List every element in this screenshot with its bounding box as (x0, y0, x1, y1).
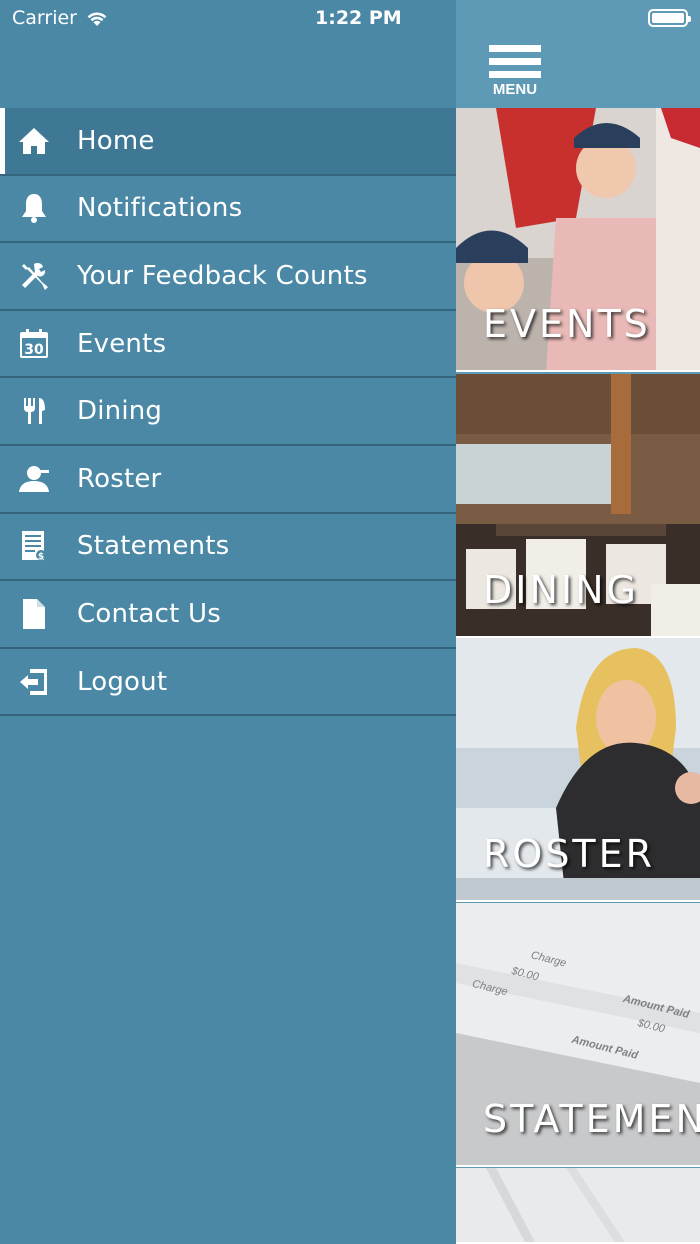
status-time: 1:22 PM (315, 7, 402, 29)
menu-item-label: Events (77, 328, 167, 359)
menu-item-contact[interactable]: Contact Us (0, 581, 456, 649)
tile-roster[interactable]: ROSTER (456, 638, 700, 902)
tile-statements[interactable]: Charge $0.00 Charge Amount Paid $0.00 Am… (456, 903, 700, 1167)
menu-item-label: Roster (77, 463, 162, 494)
fork-knife-icon (16, 393, 52, 429)
menu-item-label: Home (77, 125, 155, 156)
home-content-panel: MENU EVENTS DINING ROSTER Charge $0.00 C… (456, 0, 700, 1244)
menu-item-notifications[interactable]: Notifications (0, 176, 456, 244)
menu-item-logout[interactable]: Logout (0, 649, 456, 717)
next-tile-photo (456, 1168, 700, 1242)
side-drawer: Home Notifications Your Feedback Counts … (0, 0, 456, 1244)
menu-item-home[interactable]: Home (0, 108, 456, 176)
status-bar: Carrier 1:22 PM (0, 0, 700, 40)
menu-item-label: Logout (77, 666, 168, 697)
drawer-menu: Home Notifications Your Feedback Counts … (0, 108, 456, 717)
tile-label: ROSTER (483, 832, 656, 876)
tile-events[interactable]: EVENTS (456, 108, 700, 372)
calendar-icon: 30 (16, 326, 52, 362)
tile-label: EVENTS (483, 302, 651, 346)
person-icon (16, 461, 52, 497)
menu-item-label: Statements (77, 531, 230, 562)
tile-dining[interactable]: DINING (456, 374, 700, 638)
statement-icon: $ (16, 528, 52, 564)
menu-button[interactable]: MENU (488, 45, 542, 100)
menu-item-label: Your Feedback Counts (77, 260, 368, 291)
menu-item-events[interactable]: 30 Events (0, 311, 456, 379)
menu-item-dining[interactable]: Dining (0, 378, 456, 446)
hamburger-icon (489, 45, 541, 52)
menu-item-label: Dining (77, 396, 163, 427)
menu-item-roster[interactable]: Roster (0, 446, 456, 514)
carrier-label: Carrier (12, 7, 77, 29)
carrier-indicator: Carrier (12, 7, 109, 29)
menu-button-label: MENU (492, 81, 538, 98)
logout-icon (16, 664, 52, 700)
tile-label: DINING (483, 568, 639, 612)
battery-icon (648, 9, 691, 27)
wifi-icon (87, 12, 107, 26)
menu-item-statements[interactable]: $ Statements (0, 514, 456, 582)
tile-next[interactable] (456, 1168, 700, 1244)
bell-icon (16, 190, 52, 226)
menu-item-label: Notifications (77, 193, 243, 224)
menu-item-feedback[interactable]: Your Feedback Counts (0, 243, 456, 311)
home-icon (16, 123, 52, 159)
tile-label: STATEMEN (483, 1097, 700, 1141)
document-icon (16, 596, 52, 632)
calendar-day-text: 30 (24, 342, 44, 358)
menu-item-label: Contact Us (77, 598, 221, 629)
tools-icon (16, 258, 52, 294)
svg-text:$: $ (38, 552, 44, 562)
